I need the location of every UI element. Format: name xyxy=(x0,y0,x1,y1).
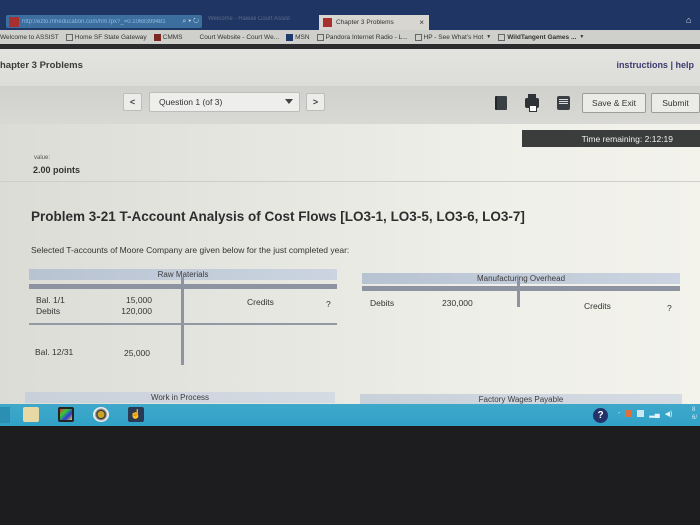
references-icon[interactable] xyxy=(557,96,570,110)
favorite-label: CMMS xyxy=(162,33,183,41)
favorite-label: WildTangent Games ... xyxy=(507,33,577,41)
favorites-bar: Welcome to ASSIST Home SF State Gateway … xyxy=(0,30,700,44)
debit-amount: 15,000 xyxy=(126,295,152,305)
question-select-value: Question 1 (of 3) xyxy=(159,97,223,107)
favorite-label: Court Website - Court We... xyxy=(199,33,280,41)
assignment-page: hapter 3 Problems instructions | help < … xyxy=(0,49,700,405)
divider xyxy=(0,181,700,182)
msn-icon xyxy=(286,33,294,41)
volume-icon[interactable]: ◀) xyxy=(665,410,673,418)
tab-active[interactable]: Chapter 3 Problems × xyxy=(319,15,429,30)
t-account-balance-line xyxy=(29,323,337,325)
previous-question-button[interactable]: < xyxy=(123,93,142,111)
t-account-work-in-process: Work in Process xyxy=(25,392,335,404)
t-account-top-bar xyxy=(362,286,680,291)
t-account-raw-materials: Raw Materials Bal. 1/1 15,000 Debits 120… xyxy=(29,269,337,369)
favorite-item[interactable]: Court Website - Court We... xyxy=(200,34,280,41)
start-button[interactable] xyxy=(0,407,10,423)
t-account-title: Work in Process xyxy=(25,392,335,403)
file-explorer-icon[interactable] xyxy=(23,407,39,422)
question-points: 2.00 points xyxy=(33,165,81,175)
submit-button[interactable]: Submit xyxy=(651,93,700,113)
favorite-item[interactable]: CMMS xyxy=(153,33,183,41)
timer-value: 2:12:19 xyxy=(644,133,673,144)
security-icon[interactable] xyxy=(625,410,633,417)
cmms-icon xyxy=(153,33,161,41)
t-account-divider xyxy=(181,277,184,365)
t-account-title: Manufacturing Overhead xyxy=(362,273,680,284)
address-bar[interactable]: http://ezto.mheducation.com/hm.tpx?_=0.1… xyxy=(6,15,202,28)
problem-title: Problem 3-21 T-Account Analysis of Cost … xyxy=(31,209,525,224)
next-question-button[interactable]: > xyxy=(306,93,325,111)
favorite-label: HP - See What's Hot xyxy=(423,33,484,41)
credit-label: Credits xyxy=(247,297,274,307)
device-icon[interactable] xyxy=(637,410,645,417)
instructions-link[interactable]: instructions xyxy=(616,60,668,70)
touch-app-icon[interactable]: ☝ xyxy=(128,407,144,422)
debit-label: Bal. 1/1 xyxy=(36,295,65,305)
browser-titlebar: http://ezto.mheducation.com/hm.tpx?_=0.1… xyxy=(0,0,700,30)
favorite-item[interactable]: WildTangent Games ... ▼ xyxy=(498,33,584,41)
taskbar: ☝ ? - ▂▄ ◀) 8 6/ xyxy=(0,404,700,426)
help-link[interactable]: help xyxy=(675,60,694,70)
save-exit-button[interactable]: Save & Exit xyxy=(582,93,646,113)
timer-label: Time remaining: xyxy=(581,133,643,144)
favorite-label: Home SF State Gateway xyxy=(74,33,147,41)
home-icon[interactable]: ⌂ xyxy=(686,15,691,25)
media-center-icon[interactable] xyxy=(58,407,74,422)
favorite-item[interactable]: MSN xyxy=(286,33,310,41)
clock[interactable]: 8 6/ xyxy=(692,406,700,422)
favorite-item[interactable]: HP - See What's Hot ▼ xyxy=(414,33,491,41)
page-icon xyxy=(498,33,506,41)
address-url[interactable]: http://ezto.mheducation.com/hm.tpx?_=0.1… xyxy=(22,19,182,25)
chevron-down-icon[interactable]: ▼ xyxy=(579,34,584,40)
chevron-down-icon[interactable]: ▼ xyxy=(486,34,491,40)
tab-favicon-icon xyxy=(323,18,332,27)
value-label: value: xyxy=(34,155,51,161)
credit-amount: ? xyxy=(667,303,672,313)
credit-amount: ? xyxy=(326,299,331,309)
favorite-item[interactable]: Pandora Internet Radio - L... xyxy=(316,33,408,41)
search-refresh-icon[interactable]: ⌕ ▾ ↻ xyxy=(182,18,199,26)
ending-balance-amount: 25,000 xyxy=(124,348,150,358)
debit-amount: 120,000 xyxy=(121,306,152,316)
favorite-item[interactable]: Home SF State Gateway xyxy=(65,33,147,41)
tab-close-icon[interactable]: × xyxy=(419,18,424,27)
browser-app-icon[interactable] xyxy=(93,407,109,422)
debit-label: Debits xyxy=(36,306,61,316)
print-icon[interactable] xyxy=(525,94,539,112)
time-remaining: Time remaining: 2:12:19 xyxy=(522,130,700,147)
favorite-label: MSN xyxy=(295,33,310,41)
ending-balance-label: Bal. 12/31 xyxy=(35,347,74,357)
question-toolbar: < Question 1 (of 3) > Save & Exit Submit xyxy=(0,86,700,124)
book-icon[interactable] xyxy=(495,96,507,110)
monitor-bezel xyxy=(0,426,700,525)
pandora-icon xyxy=(316,33,324,41)
problem-intro: Selected T-accounts of Moore Company are… xyxy=(31,245,350,255)
tab-inactive[interactable]: Welcome - Hawaii Court Assist xyxy=(208,16,308,28)
chevron-down-icon xyxy=(285,99,293,104)
page-icon xyxy=(414,33,422,41)
t-account-divider xyxy=(517,280,520,307)
debit-label: Debits xyxy=(370,298,395,308)
question-select[interactable]: Question 1 (of 3) xyxy=(149,92,300,112)
favorite-label: Welcome to ASSIST xyxy=(0,33,59,41)
page-icon xyxy=(65,33,73,41)
tab-active-label: Chapter 3 Problems xyxy=(336,19,394,26)
page-title: hapter 3 Problems xyxy=(0,60,83,71)
tray-expand-icon[interactable]: - xyxy=(618,410,620,418)
credit-label: Credits xyxy=(584,301,611,311)
site-favicon-icon xyxy=(9,16,19,27)
page-header: hapter 3 Problems instructions | help xyxy=(0,49,700,86)
favorite-label: Pandora Internet Radio - L... xyxy=(325,33,408,41)
system-tray: - ▂▄ ◀) xyxy=(618,410,672,418)
header-links: instructions | help xyxy=(616,60,694,70)
signal-icon[interactable]: ▂▄ xyxy=(649,410,659,418)
debit-amount: 230,000 xyxy=(442,298,473,308)
help-icon[interactable]: ? xyxy=(593,408,608,423)
t-account-manufacturing-overhead: Manufacturing Overhead Debits 230,000 Cr… xyxy=(362,271,680,321)
favorite-item[interactable]: Welcome to ASSIST xyxy=(0,34,59,41)
